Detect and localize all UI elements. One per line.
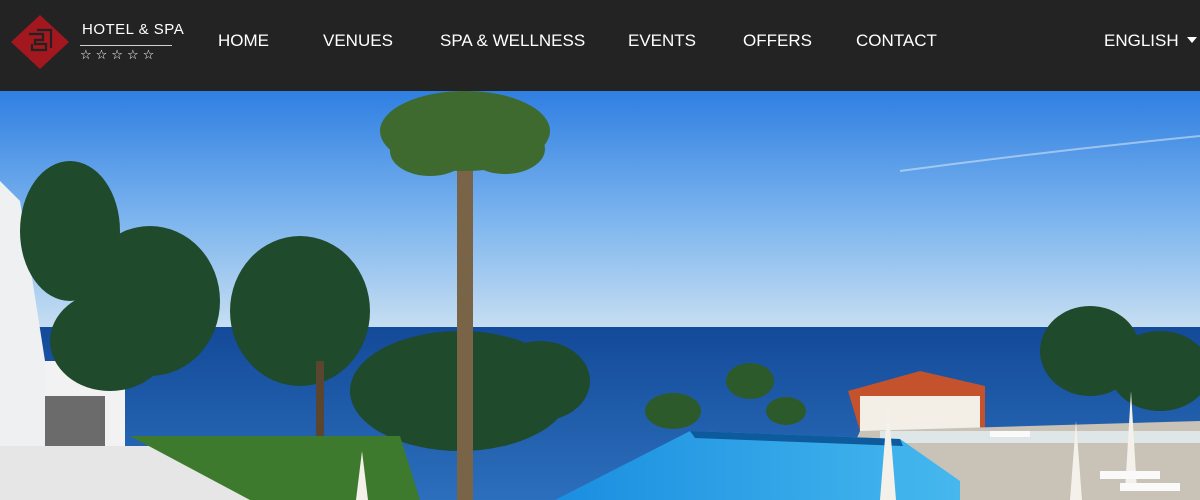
brand-logo[interactable]: HOTEL & SPA ☆☆☆☆☆ — [10, 12, 184, 70]
nav-item-contact[interactable]: CONTACT — [856, 31, 937, 51]
hero-banner — [0, 91, 1200, 500]
nav-item-home[interactable]: HOME — [218, 31, 269, 51]
brand-name: HOTEL & SPA — [82, 21, 185, 38]
nav-item-offers[interactable]: OFFERS — [743, 31, 812, 51]
language-selector[interactable]: ENGLISH — [1104, 31, 1197, 51]
logo-diamond-icon — [11, 15, 69, 69]
top-navigation-bar: HOTEL & SPA ☆☆☆☆☆ HOME VENUES SPA & WELL… — [0, 0, 1200, 91]
nav-item-spa-wellness[interactable]: SPA & WELLNESS — [440, 31, 585, 51]
caret-down-icon — [1186, 36, 1197, 43]
hero-photo — [0, 91, 1200, 500]
language-label: ENGLISH — [1104, 31, 1179, 50]
star-rating: ☆☆☆☆☆ — [80, 45, 172, 63]
nav-item-events[interactable]: EVENTS — [628, 31, 696, 51]
nav-item-venues[interactable]: VENUES — [323, 31, 393, 51]
